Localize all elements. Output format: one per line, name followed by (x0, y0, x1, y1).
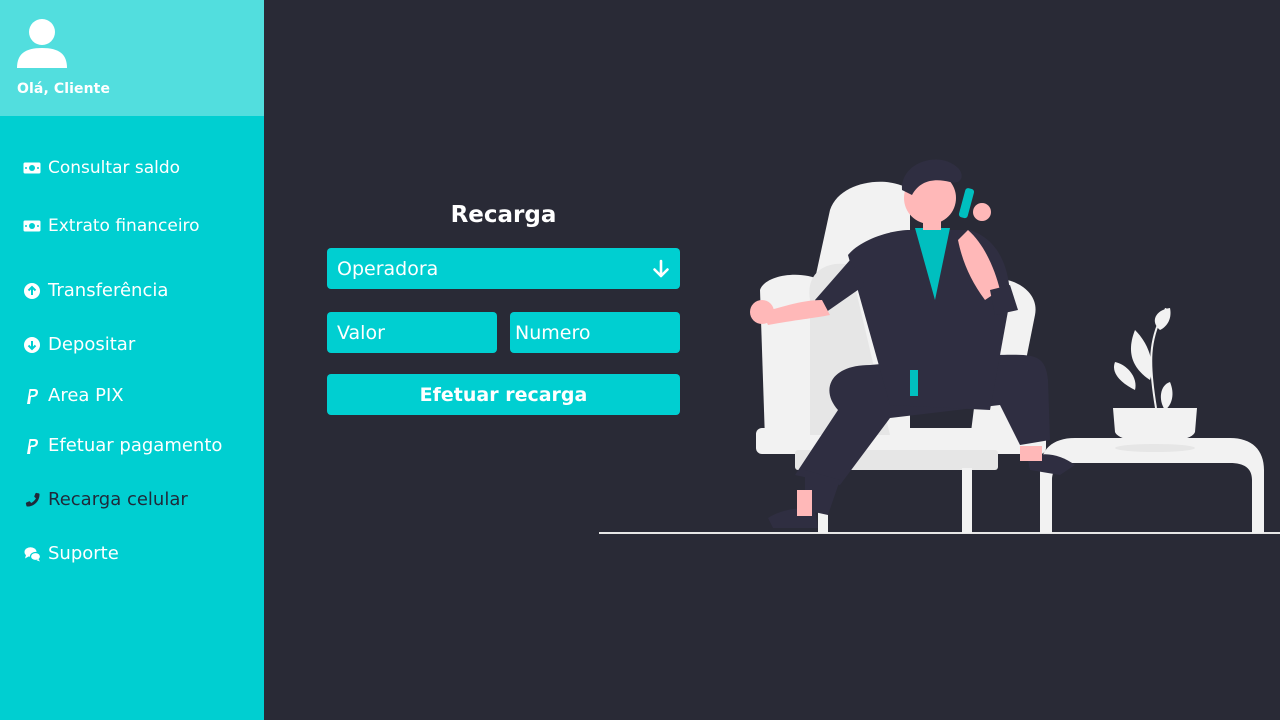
arrow-up-circle-icon (23, 282, 41, 300)
sidebar-item-label: Suporte (48, 543, 119, 564)
sidebar-item-extrato-financeiro[interactable]: Extrato financeiro (23, 216, 200, 236)
money-bill-icon (23, 159, 41, 177)
sidebar-item-label: Consultar saldo (48, 158, 181, 178)
sidebar-item-suporte[interactable]: Suporte (23, 543, 119, 564)
sidebar-item-consultar-saldo[interactable]: Consultar saldo (23, 158, 180, 178)
sidebar-item-label: Depositar (48, 334, 136, 355)
valor-input[interactable] (337, 321, 487, 344)
sidebar-item-area-pix[interactable]: Area PIX (23, 385, 124, 406)
person-on-phone-illustration (599, 159, 1280, 534)
arrow-down-circle-icon (23, 336, 41, 354)
sidebar-item-transferencia[interactable]: Transferência (23, 280, 168, 301)
chat-icon (23, 545, 41, 563)
money-bill-icon (23, 217, 41, 235)
valor-field-wrapper (327, 312, 497, 353)
user-icon (17, 19, 67, 68)
profile-header: Olá, Cliente (0, 0, 264, 116)
sidebar: Olá, Cliente Consultar saldo Extrato fin… (0, 0, 264, 720)
sidebar-item-label: Area PIX (48, 385, 124, 406)
paypal-icon (23, 387, 41, 405)
greeting-text: Olá, Cliente (17, 81, 111, 97)
sidebar-item-label: Transferência (48, 280, 169, 301)
sidebar-item-depositar[interactable]: Depositar (23, 334, 135, 355)
sidebar-item-label: Efetuar pagamento (48, 435, 223, 456)
sidebar-item-label: Recarga celular (48, 489, 188, 510)
phone-icon (23, 491, 41, 509)
sidebar-item-label: Extrato financeiro (48, 216, 200, 236)
sidebar-item-recarga-celular[interactable]: Recarga celular (23, 489, 188, 510)
paypal-icon (23, 437, 41, 455)
sidebar-item-efetuar-pagamento[interactable]: Efetuar pagamento (23, 435, 222, 456)
